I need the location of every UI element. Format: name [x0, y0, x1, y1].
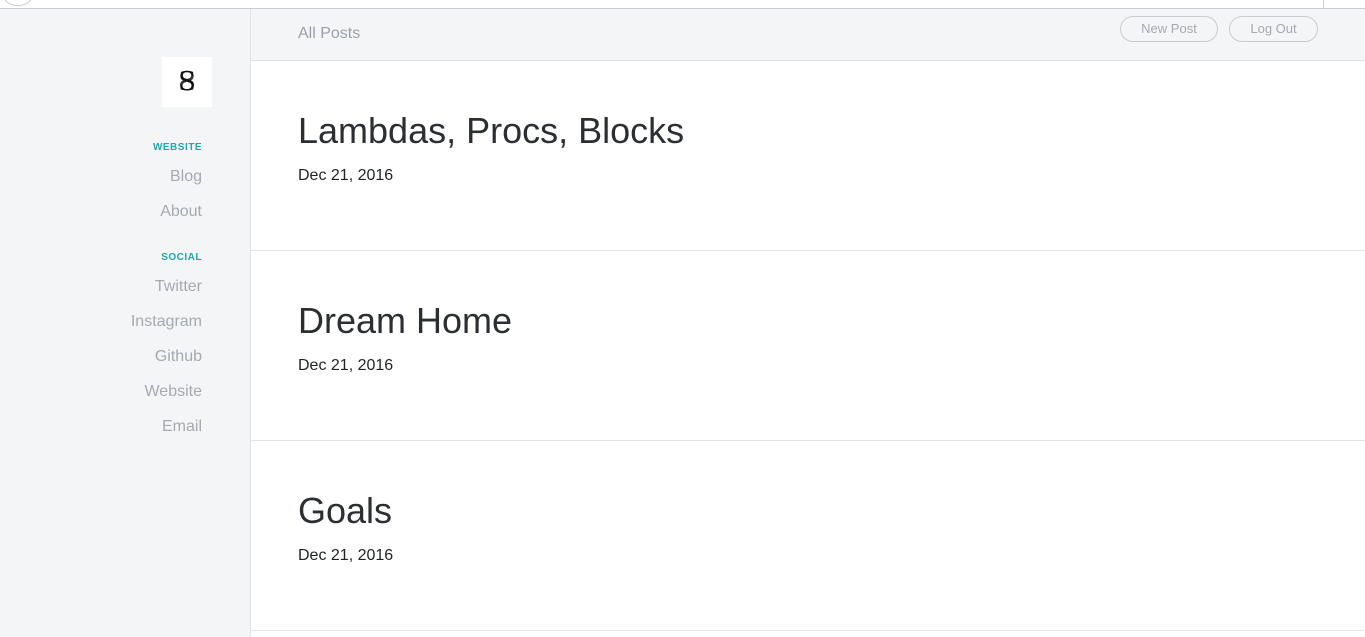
nav-item-about-wrap: About — [160, 203, 202, 221]
page-title: All Posts — [298, 25, 361, 42]
nav-item-twitter-wrap: Twitter — [155, 278, 202, 296]
sidebar-item-twitter[interactable]: Twitter — [155, 278, 202, 296]
post-title[interactable]: Dream Home — [298, 300, 512, 342]
post-card[interactable]: Goals Dec 21, 2016 — [251, 441, 1365, 631]
nav-item-email-wrap: Email — [162, 418, 202, 436]
nav-section-website: WEBSITE — [153, 142, 202, 153]
post-date: Dec 21, 2016 — [298, 167, 394, 184]
nav-item-blog-wrap: Blog — [170, 168, 202, 186]
sidebar-item-blog[interactable]: Blog — [170, 168, 202, 186]
logo-glyph: SS — [178, 67, 196, 97]
sidebar: SS WEBSITE Blog About SOCIAL Twitter Ins… — [0, 9, 251, 637]
top-circle-icon — [4, 0, 32, 6]
sidebar-item-github[interactable]: Github — [155, 348, 202, 366]
post-title[interactable]: Goals — [298, 490, 392, 532]
nav-item-github-wrap: Github — [155, 348, 202, 366]
post-card[interactable]: Lambdas, Procs, Blocks Dec 21, 2016 — [251, 61, 1365, 251]
log-out-button[interactable]: Log Out — [1229, 16, 1318, 42]
sidebar-item-email[interactable]: Email — [162, 418, 202, 436]
nav-heading-website: WEBSITE — [152, 142, 202, 153]
browser-top-strip — [0, 0, 1365, 9]
post-card[interactable]: Dream Home Dec 21, 2016 — [251, 251, 1365, 441]
nav-heading-social: SOCIAL — [161, 252, 202, 263]
post-date: Dec 21, 2016 — [298, 547, 394, 564]
post-title[interactable]: Lambdas, Procs, Blocks — [298, 110, 684, 152]
nav-section-social: SOCIAL — [161, 252, 202, 263]
top-bar: All Posts New Post Log Out — [251, 9, 1365, 61]
monogram-logo-icon[interactable]: SS — [162, 57, 212, 107]
nav-item-website-wrap: Website — [144, 383, 202, 401]
new-post-button[interactable]: New Post — [1120, 16, 1218, 42]
sidebar-item-instagram[interactable]: Instagram — [131, 313, 202, 331]
sidebar-item-website[interactable]: Website — [144, 383, 202, 401]
top-divider — [1323, 0, 1324, 8]
post-date: Dec 21, 2016 — [298, 357, 394, 374]
nav-item-instagram-wrap: Instagram — [131, 313, 202, 331]
sidebar-item-about[interactable]: About — [160, 203, 202, 221]
